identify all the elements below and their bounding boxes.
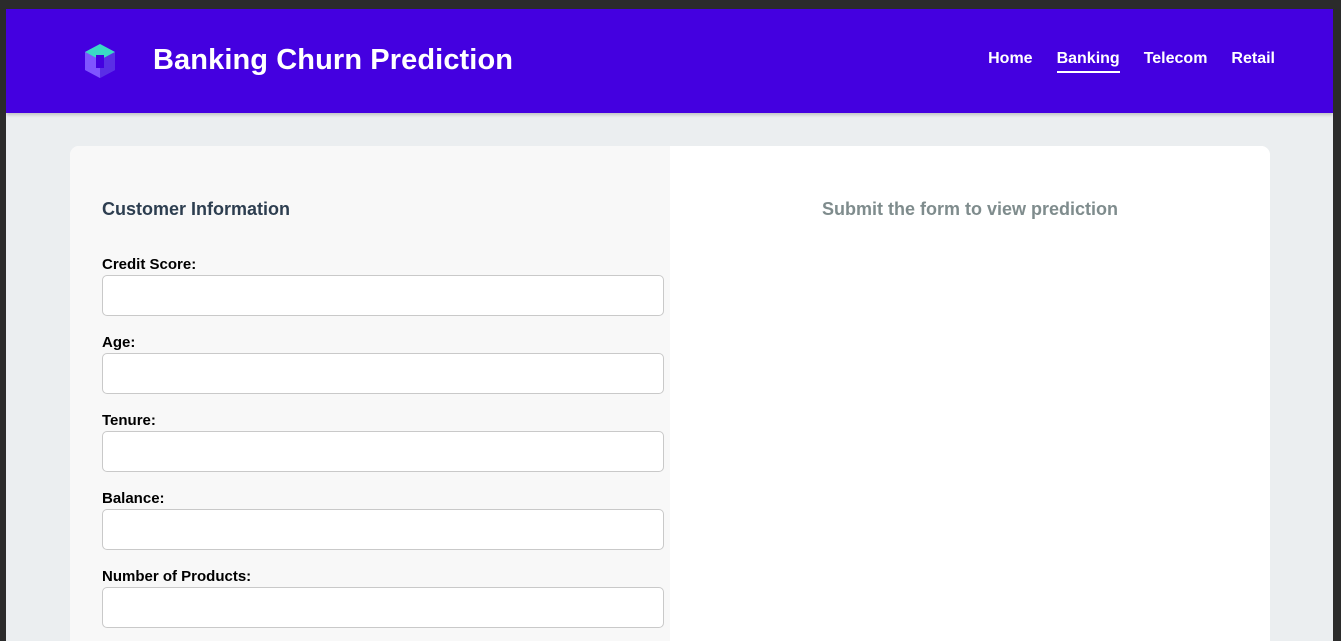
tenure-field: Tenure: bbox=[102, 412, 664, 472]
tenure-label: Tenure: bbox=[102, 412, 156, 429]
prediction-placeholder: Submit the form to view prediction bbox=[821, 199, 1118, 219]
credit-score-label: Credit Score: bbox=[102, 256, 197, 273]
credit-score-field: Credit Score: bbox=[102, 256, 664, 316]
number-of-products-input[interactable] bbox=[102, 587, 664, 628]
nav-banking[interactable]: Banking bbox=[1056, 50, 1120, 73]
main-nav: Home Banking Telecom Retail bbox=[988, 50, 1275, 73]
number-of-products-field: Number of Products: bbox=[102, 568, 664, 628]
number-of-products-label: Number of Products: bbox=[102, 568, 252, 585]
tenure-input[interactable] bbox=[102, 431, 664, 472]
customer-form-panel: Customer Information Credit Score: Age: … bbox=[70, 146, 670, 641]
age-input[interactable] bbox=[102, 353, 664, 394]
balance-input[interactable] bbox=[102, 509, 664, 550]
credit-score-input[interactable] bbox=[102, 275, 664, 316]
nav-retail[interactable]: Retail bbox=[1231, 50, 1275, 73]
balance-field: Balance: bbox=[102, 490, 664, 550]
age-field: Age: bbox=[102, 334, 664, 394]
cube-logo-icon bbox=[85, 44, 115, 78]
age-label: Age: bbox=[102, 334, 136, 351]
prediction-result-panel: Submit the form to view prediction bbox=[670, 146, 1270, 641]
section-title: Customer Information bbox=[102, 199, 291, 219]
balance-label: Balance: bbox=[102, 490, 165, 507]
nav-home[interactable]: Home bbox=[988, 50, 1032, 73]
top-header: Banking Churn Prediction Home Banking Te… bbox=[6, 9, 1333, 113]
prediction-card: Customer Information Credit Score: Age: … bbox=[70, 146, 1270, 641]
app-title: Banking Churn Prediction bbox=[153, 44, 514, 76]
nav-telecom[interactable]: Telecom bbox=[1144, 50, 1208, 73]
app-viewport: Banking Churn Prediction Home Banking Te… bbox=[6, 9, 1333, 641]
